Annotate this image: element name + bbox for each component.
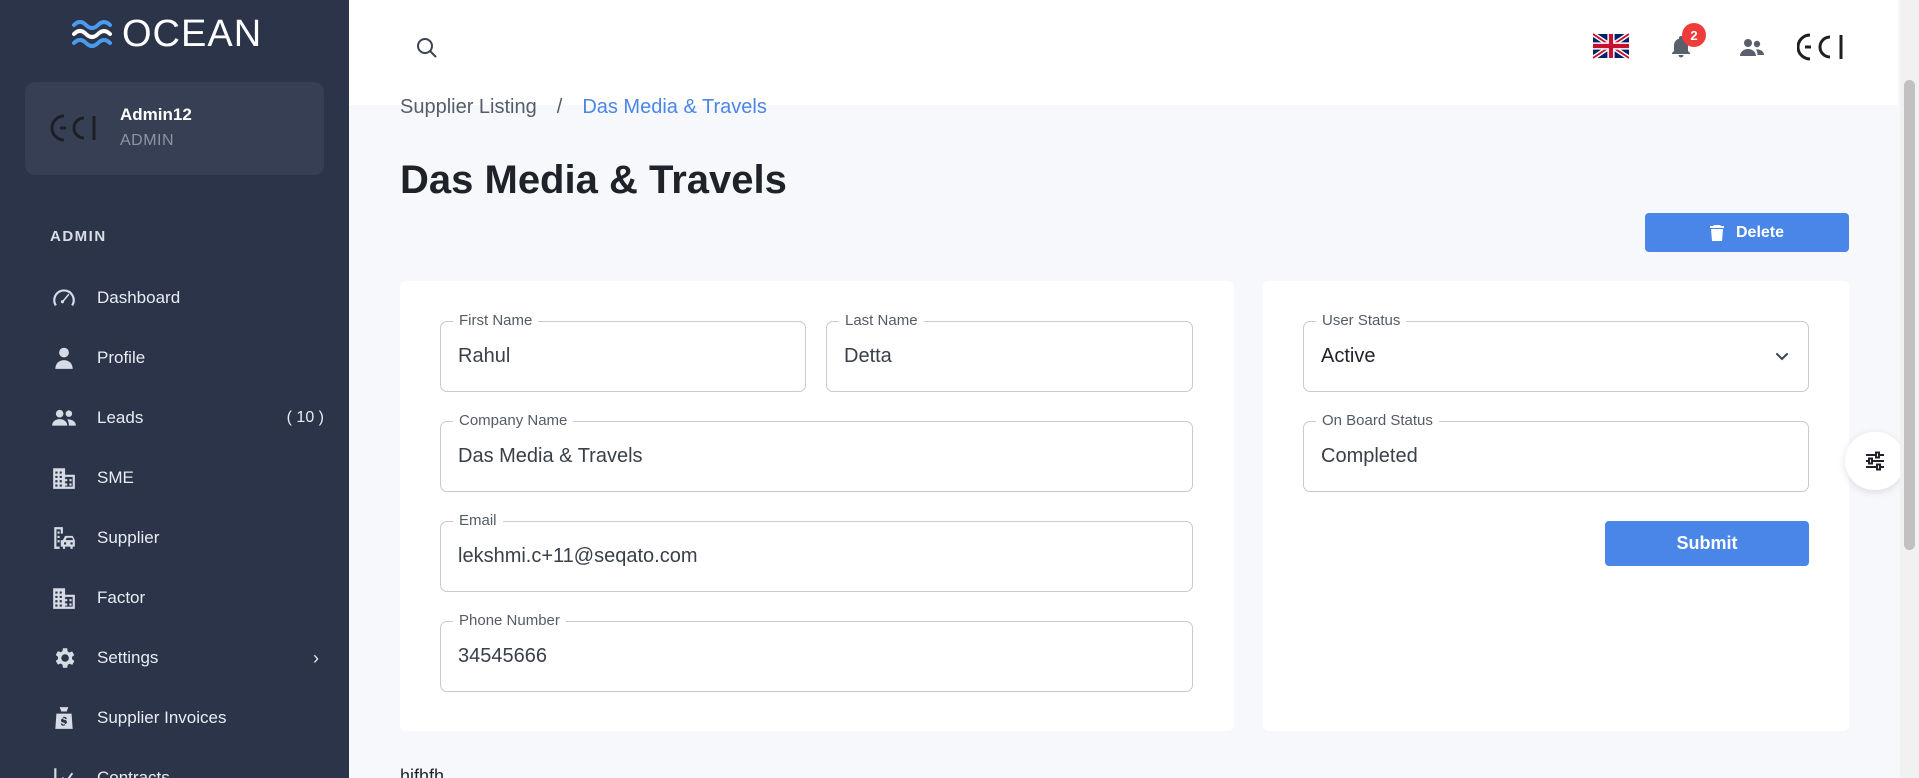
sidebar-item-label: Contracts xyxy=(97,768,170,778)
uk-flag-icon[interactable] xyxy=(1593,33,1629,59)
dashboard-icon xyxy=(50,284,78,312)
avatar xyxy=(50,114,96,142)
sidebar-item-settings[interactable]: Settings › xyxy=(0,628,349,688)
sidebar-item-label: Supplier Invoices xyxy=(97,708,227,727)
invoice-bag-icon xyxy=(50,704,78,732)
supplier-icon xyxy=(50,524,78,552)
breadcrumb-current[interactable]: Das Media & Travels xyxy=(582,96,767,119)
filter-settings-button[interactable] xyxy=(1845,432,1905,490)
sidebar-item-label: Leads xyxy=(97,408,144,427)
sidebar-item-leads[interactable]: Leads ( 10 ) xyxy=(0,388,349,448)
sidebar-item-label: Dashboard xyxy=(97,288,181,307)
user-status-label: User Status xyxy=(1316,312,1407,330)
user-icon xyxy=(50,344,78,372)
notification-badge: 2 xyxy=(1682,23,1706,47)
page-scrollbar[interactable] xyxy=(1900,0,1919,778)
sidebar-item-label: Supplier xyxy=(97,528,160,547)
delete-button-label: Delete xyxy=(1735,223,1785,241)
sidebar-item-contracts[interactable]: Contracts xyxy=(0,748,349,778)
first-name-label: First Name xyxy=(453,312,539,330)
sidebar-item-label: Profile xyxy=(97,348,146,367)
user-status-value: Active xyxy=(1321,345,1376,367)
first-name-value: Rahul xyxy=(458,345,511,367)
sidebar: OCEAN Admin12 ADMIN ADMIN Dashboard Prof… xyxy=(0,0,349,778)
building-icon xyxy=(50,464,78,492)
breadcrumb-separator: / xyxy=(556,96,563,118)
delete-button[interactable]: Delete xyxy=(1645,213,1849,252)
company-name-value: Das Media & Travels xyxy=(458,445,643,467)
sliders-icon xyxy=(1866,451,1884,471)
sidebar-item-supplier[interactable]: Supplier xyxy=(0,508,349,568)
below-text: hjfhfh xyxy=(400,766,445,778)
sidebar-item-sme[interactable]: SME xyxy=(0,448,349,508)
leads-count-badge: ( 10 ) xyxy=(286,409,324,426)
sidebar-item-label: SME xyxy=(97,468,134,487)
phone-number-label: Phone Number xyxy=(453,612,566,630)
scrollbar-thumb[interactable] xyxy=(1904,80,1915,550)
last-name-field[interactable]: Last Name Detta xyxy=(826,312,1193,392)
sidebar-section-label: ADMIN xyxy=(50,228,107,245)
sidebar-item-supplier-invoices[interactable]: Supplier Invoices xyxy=(0,688,349,748)
app-logo[interactable]: OCEAN xyxy=(70,14,262,54)
page-title: Das Media & Travels xyxy=(400,158,787,202)
gear-icon xyxy=(50,644,78,672)
chart-line-icon xyxy=(50,764,78,778)
avatar[interactable] xyxy=(1797,31,1847,63)
last-name-label: Last Name xyxy=(839,312,924,330)
email-field[interactable]: Email lekshmi.c+11@seqato.com xyxy=(440,512,1193,592)
people-icon[interactable] xyxy=(1739,35,1765,59)
sidebar-item-dashboard[interactable]: Dashboard xyxy=(0,268,349,328)
onboard-status-label: On Board Status xyxy=(1316,412,1439,430)
user-name: Admin12 xyxy=(120,105,192,124)
last-name-value: Detta xyxy=(844,345,892,367)
chevron-right-icon: › xyxy=(313,647,319,668)
onboard-status-value: Completed xyxy=(1321,445,1418,467)
status-card: User Status Active On Board Status Compl… xyxy=(1263,281,1849,731)
phone-number-field[interactable]: Phone Number 34545666 xyxy=(440,612,1193,692)
user-role: ADMIN xyxy=(120,132,175,149)
search-icon[interactable] xyxy=(415,36,439,60)
email-value: lekshmi.c+11@seqato.com xyxy=(458,545,698,567)
phone-number-value: 34545666 xyxy=(458,645,547,667)
trash-icon xyxy=(1709,224,1724,241)
company-name-field[interactable]: Company Name Das Media & Travels xyxy=(440,412,1193,492)
email-label: Email xyxy=(453,512,503,530)
submit-button[interactable]: Submit xyxy=(1605,521,1809,566)
people-icon xyxy=(50,404,78,432)
chevron-down-icon xyxy=(1776,353,1788,361)
sidebar-item-profile[interactable]: Profile xyxy=(0,328,349,388)
user-card[interactable]: Admin12 ADMIN xyxy=(25,82,324,175)
sidebar-nav: Dashboard Profile Leads ( 10 ) SME Suppl… xyxy=(0,268,349,778)
first-name-field[interactable]: First Name Rahul xyxy=(440,312,806,392)
breadcrumb-supplier-listing[interactable]: Supplier Listing xyxy=(400,96,537,119)
supplier-details-card: First Name Rahul Last Name Detta Company… xyxy=(400,281,1234,731)
breadcrumb: Supplier Listing / Das Media & Travels xyxy=(400,96,767,119)
sidebar-item-label: Factor xyxy=(97,588,146,607)
user-status-select[interactable]: User Status Active xyxy=(1303,312,1809,392)
sidebar-item-label: Settings xyxy=(97,648,159,667)
waves-logo-icon xyxy=(72,20,112,48)
sidebar-item-factor[interactable]: Factor xyxy=(0,568,349,628)
building-icon xyxy=(50,584,78,612)
company-name-label: Company Name xyxy=(453,412,574,430)
logo-text: OCEAN xyxy=(122,13,263,55)
onboard-status-field[interactable]: On Board Status Completed xyxy=(1303,412,1809,492)
topbar: 2 xyxy=(349,0,1898,105)
